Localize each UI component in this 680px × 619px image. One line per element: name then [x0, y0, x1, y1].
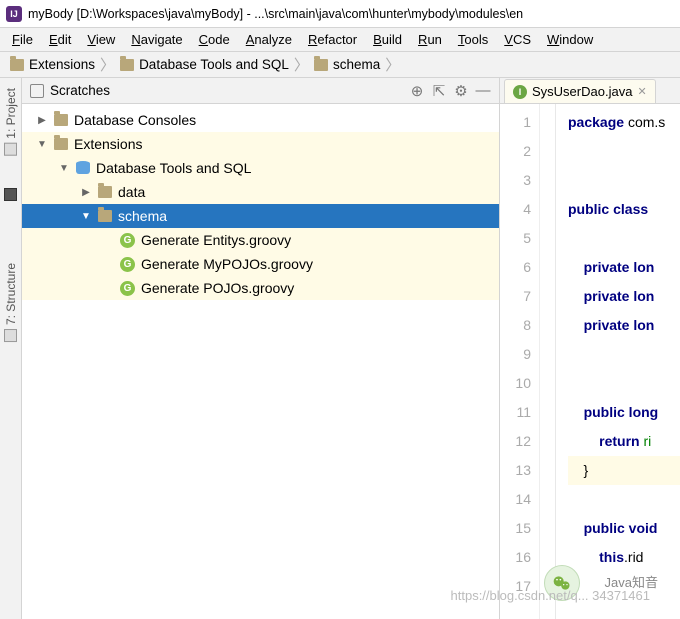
folder-icon: [98, 186, 112, 198]
tree-item-label: Database Consoles: [74, 112, 196, 128]
bookmark-icon[interactable]: [4, 188, 17, 201]
folder-icon: [120, 59, 134, 71]
editor-tabs: I SysUserDao.java ✕: [500, 78, 680, 104]
main-area: 1: Project 7: Structure Scratches ⊕ ⇱ ⚙ …: [0, 78, 680, 619]
editor-tab-label: SysUserDao.java: [532, 84, 632, 99]
close-icon[interactable]: ✕: [637, 85, 646, 98]
tree-item[interactable]: ▼ Database Tools and SQL: [22, 156, 499, 180]
menu-vcs[interactable]: VCS: [498, 30, 537, 49]
tree-item-label: Database Tools and SQL: [96, 160, 251, 176]
expand-arrow-icon[interactable]: ▶: [36, 115, 48, 126]
tree-item[interactable]: G Generate POJOs.groovy: [22, 276, 499, 300]
menu-build[interactable]: Build: [367, 30, 408, 49]
tree-item-label: Generate POJOs.groovy: [141, 280, 294, 296]
folder-icon: [54, 114, 68, 126]
folder-icon: [54, 138, 68, 150]
tree-item[interactable]: ▼ schema: [22, 204, 499, 228]
groovy-file-icon: G: [120, 281, 135, 296]
menu-view[interactable]: View: [81, 30, 121, 49]
panel-title[interactable]: Scratches: [50, 83, 403, 98]
tree-item-label: Extensions: [74, 136, 142, 152]
window-title: myBody [D:\Workspaces\java\myBody] - ...…: [28, 7, 523, 21]
breadcrumb-item[interactable]: Extensions: [6, 57, 99, 72]
project-icon: [4, 143, 17, 156]
folder-icon: [98, 210, 112, 222]
expand-arrow-icon[interactable]: ▼: [80, 211, 92, 222]
menu-file[interactable]: File: [6, 30, 39, 49]
panel-header: Scratches ⊕ ⇱ ⚙ —: [22, 78, 499, 104]
left-tool-gutter: 1: Project 7: Structure: [0, 78, 22, 619]
wechat-qr-icon: [544, 565, 580, 601]
title-bar: IJ myBody [D:\Workspaces\java\myBody] - …: [0, 0, 680, 28]
collapse-icon[interactable]: ⇱: [431, 83, 447, 99]
folder-icon: [314, 59, 328, 71]
gear-icon[interactable]: ⚙: [453, 83, 469, 99]
chevron-right-icon: 〉: [99, 54, 116, 75]
project-panel: Scratches ⊕ ⇱ ⚙ — ▶ Database Consoles ▼ Ext…: [22, 78, 500, 619]
tree-item-label: schema: [118, 208, 167, 224]
database-icon: [76, 161, 90, 175]
line-number-gutter: 1234567891011121314151617: [500, 104, 540, 619]
tool-project-label: 1: Project: [4, 88, 18, 139]
menu-navigate[interactable]: Navigate: [125, 30, 188, 49]
code-lines[interactable]: package com.spublic class private lon pr…: [556, 104, 680, 619]
editor-tab[interactable]: I SysUserDao.java ✕: [504, 79, 656, 103]
tool-structure-label: 7: Structure: [4, 263, 18, 325]
menu-edit[interactable]: Edit: [43, 30, 77, 49]
code-area[interactable]: 1234567891011121314151617 package com.sp…: [500, 104, 680, 619]
menu-window[interactable]: Window: [541, 30, 599, 49]
expand-arrow-icon[interactable]: ▼: [58, 163, 70, 174]
menu-refactor[interactable]: Refactor: [302, 30, 363, 49]
editor-area: I SysUserDao.java ✕ 12345678910111213141…: [500, 78, 680, 619]
breadcrumb-item[interactable]: Database Tools and SQL: [116, 57, 293, 72]
structure-icon: [4, 329, 17, 342]
tree-item[interactable]: G Generate MyPOJOs.groovy: [22, 252, 499, 276]
groovy-file-icon: G: [120, 233, 135, 248]
scratches-icon: [30, 84, 44, 98]
overlay-label: Java知音: [605, 572, 658, 591]
expand-arrow-icon[interactable]: ▼: [36, 139, 48, 150]
menu-bar: FileEditViewNavigate CodeAnalyzeRefactorB…: [0, 28, 680, 52]
tool-structure-tab[interactable]: 7: Structure: [4, 259, 18, 346]
tree-item[interactable]: ▼ Extensions: [22, 132, 499, 156]
breadcrumb-item[interactable]: schema: [310, 57, 384, 72]
chevron-right-icon: 〉: [384, 54, 401, 75]
hide-icon[interactable]: —: [475, 83, 491, 99]
tree-item[interactable]: ▶ data: [22, 180, 499, 204]
target-icon[interactable]: ⊕: [409, 83, 425, 99]
tree-item[interactable]: G Generate Entitys.groovy: [22, 228, 499, 252]
folder-icon: [10, 59, 24, 71]
expand-arrow-icon[interactable]: ▶: [80, 187, 92, 198]
chevron-right-icon: 〉: [293, 54, 310, 75]
breadcrumb-bar: Extensions〉Database Tools and SQL〉schema…: [0, 52, 680, 78]
groovy-file-icon: G: [120, 257, 135, 272]
java-interface-icon: I: [513, 85, 527, 99]
tree-item-label: Generate MyPOJOs.groovy: [141, 256, 313, 272]
tree-item-label: data: [118, 184, 145, 200]
app-icon: IJ: [6, 6, 22, 22]
tool-project-tab[interactable]: 1: Project: [4, 84, 18, 160]
file-tree[interactable]: ▶ Database Consoles ▼ Extensions ▼ Database T…: [22, 104, 499, 619]
menu-analyze[interactable]: Analyze: [240, 30, 298, 49]
tree-item[interactable]: ▶ Database Consoles: [22, 108, 499, 132]
menu-run[interactable]: Run: [412, 30, 448, 49]
tree-item-label: Generate Entitys.groovy: [141, 232, 291, 248]
menu-tools[interactable]: Tools: [452, 30, 494, 49]
menu-code[interactable]: Code: [193, 30, 236, 49]
fold-bar[interactable]: [540, 104, 556, 619]
